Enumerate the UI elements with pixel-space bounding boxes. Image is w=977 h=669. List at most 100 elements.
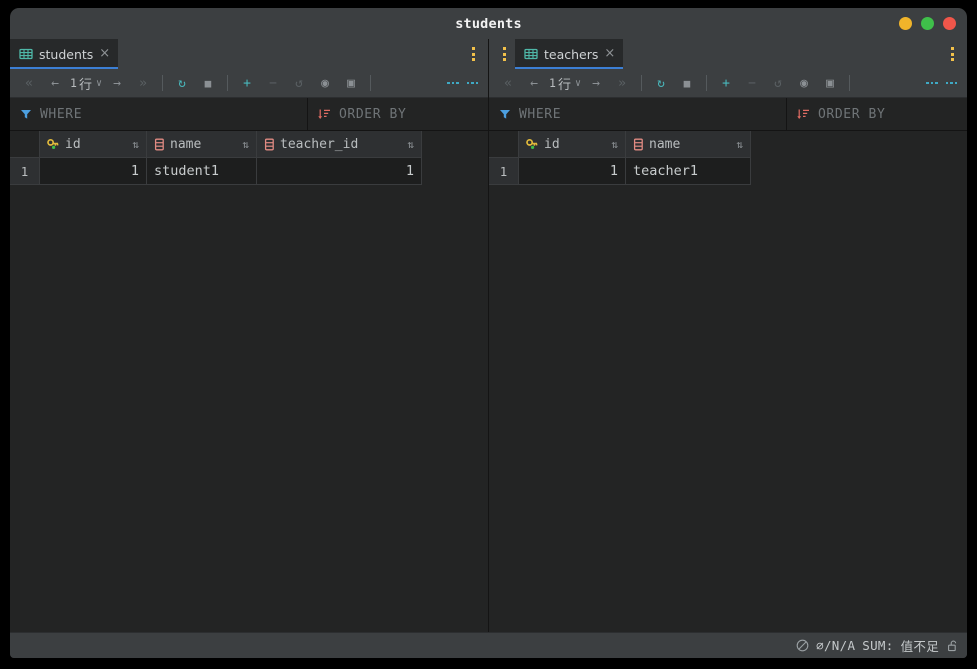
order-by-label: ORDER BY [818,106,886,122]
sum-label: SUM: [862,638,894,653]
tab-options-button-right[interactable] [941,39,963,69]
tabstrip-filler [623,39,941,69]
tab-options-button-right-lead[interactable] [493,39,515,69]
chevron-down-icon: ∨ [574,77,581,89]
app-window: students students × « ← 1 行 ∨ → » ↻ ■ + … [10,8,967,658]
remove-row-icon[interactable]: − [739,72,765,94]
cell-id[interactable]: 1 [39,157,147,185]
window-titlebar: students [10,8,967,39]
overflow-menu-left-b[interactable] [463,81,483,85]
reload-icon[interactable]: ↻ [169,72,195,94]
toolbar-separator [640,75,642,91]
column-header-name[interactable]: name ⇅ [146,131,257,158]
where-label: WHERE [519,106,562,122]
column-sort-icon[interactable]: ⇅ [242,138,249,151]
toolbar-separator [369,75,371,91]
minimize-button[interactable] [899,17,912,30]
column-sort-icon[interactable]: ⇅ [736,138,743,151]
column-sort-icon[interactable]: ⇅ [611,138,618,151]
window-controls [899,17,956,30]
lock-open-icon[interactable] [946,639,959,652]
order-by-label: ORDER BY [339,106,407,122]
where-filter-left[interactable]: WHERE [10,98,308,130]
next-page-icon[interactable]: → [583,72,609,94]
save-icon[interactable]: ▣ [817,72,843,94]
cell-name[interactable]: teacher1 [625,157,751,185]
prev-page-icon[interactable]: ← [42,72,68,94]
row-number-header [10,131,40,158]
toolbar-separator [226,75,228,91]
column-sort-icon[interactable]: ⇅ [407,138,414,151]
close-button[interactable] [943,17,956,30]
column-header-label: id [544,136,560,152]
order-by-filter-left[interactable]: ORDER BY [308,98,488,130]
tab-students[interactable]: students × [10,39,119,69]
row-count-selector[interactable]: 1 行 ∨ [68,74,104,93]
cell-id[interactable]: 1 [518,157,626,185]
add-row-icon[interactable]: + [713,72,739,94]
first-page-icon[interactable]: « [16,72,42,94]
maximize-button[interactable] [921,17,934,30]
tabstrip-filler [118,39,462,69]
view-icon[interactable]: ◉ [312,72,338,94]
view-icon[interactable]: ◉ [791,72,817,94]
table-row[interactable]: 1 1 student1 1 [10,157,422,185]
prev-page-icon[interactable]: ← [521,72,547,94]
order-by-filter-right[interactable]: ORDER BY [787,98,967,130]
tab-close-icon[interactable]: × [99,47,110,61]
tab-options-button-left[interactable] [462,39,484,69]
tab-teachers[interactable]: teachers × [515,39,624,69]
row-count-unit: 行 [557,77,571,93]
column-header-teacher_id[interactable]: teacher_id ⇅ [256,131,422,158]
column-header-name[interactable]: name ⇅ [625,131,751,158]
first-page-icon[interactable]: « [495,72,521,94]
stop-icon[interactable]: ■ [195,72,221,94]
table-grid-icon [524,47,538,61]
toolbar-right: « ← 1 行 ∨ → » ↻ ■ + − ↺ ◉ ▣ [489,69,967,98]
overflow-menu-right-b[interactable] [942,81,962,85]
cell-name[interactable]: student1 [146,157,257,185]
add-row-icon[interactable]: + [234,72,260,94]
revert-icon[interactable]: ↺ [286,72,312,94]
column-sort-icon[interactable]: ⇅ [132,138,139,151]
filter-funnel-icon [499,108,511,120]
row-number-cell: 1 [10,157,40,185]
row-count-value: 1 [70,76,77,90]
grid-header-right: id ⇅ name ⇅ [489,131,751,158]
stop-icon[interactable]: ■ [674,72,700,94]
next-page-icon[interactable]: → [104,72,130,94]
toolbar-left: « ← 1 行 ∨ → » ↻ ■ + − ↺ ◉ ▣ [10,69,488,98]
column-header-id[interactable]: id ⇅ [39,131,147,158]
last-page-icon[interactable]: » [609,72,635,94]
grid-wrapper-left: id ⇅ name ⇅ teacher_id ⇅ 1 1 student1 1 [10,131,488,632]
overflow-menu-right-a[interactable] [922,81,942,85]
tab-close-icon[interactable]: × [604,47,615,61]
pane-teachers: teachers × « ← 1 行 ∨ → » ↻ ■ + − ↺ ◉ ▣ W… [489,39,967,632]
table-grid-icon [19,47,33,61]
column-icon [264,138,275,151]
row-number-header [489,131,519,158]
tabstrip-left: students × [10,39,488,69]
last-page-icon[interactable]: » [130,72,156,94]
data-grid-students[interactable]: id ⇅ name ⇅ teacher_id ⇅ 1 1 student1 1 [10,131,422,185]
save-icon[interactable]: ▣ [338,72,364,94]
column-icon [154,138,165,151]
table-row[interactable]: 1 1 teacher1 [489,157,751,185]
tab-label: teachers [544,46,599,62]
where-label: WHERE [40,106,83,122]
row-count-selector[interactable]: 1 行 ∨ [547,74,583,93]
reload-icon[interactable]: ↻ [648,72,674,94]
remove-row-icon[interactable]: − [260,72,286,94]
primary-key-icon [47,138,60,151]
revert-icon[interactable]: ↺ [765,72,791,94]
column-icon [633,138,644,151]
primary-key-icon [526,138,539,151]
overflow-menu-left-a[interactable] [443,81,463,85]
where-filter-right[interactable]: WHERE [489,98,787,130]
tabstrip-right: teachers × [489,39,967,69]
cell-teacher_id[interactable]: 1 [256,157,422,185]
chevron-down-icon: ∨ [95,77,102,89]
data-grid-teachers[interactable]: id ⇅ name ⇅ 1 1 teacher1 [489,131,751,185]
null-ratio-label: ⌀/N/A [816,638,856,653]
column-header-id[interactable]: id ⇅ [518,131,626,158]
